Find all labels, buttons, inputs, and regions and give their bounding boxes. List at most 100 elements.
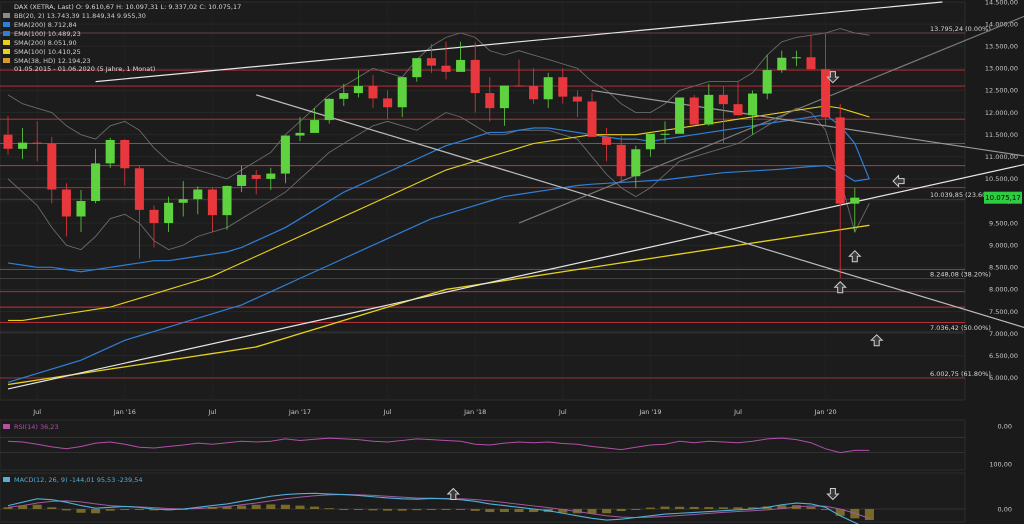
candle-body (631, 149, 641, 177)
legend-entry: SMA(38, HD) 12.194,23 (14, 57, 91, 65)
candle-body (178, 199, 188, 203)
x-tick-label: Jul (733, 408, 742, 416)
macd-histogram-bar (733, 507, 743, 509)
macd-histogram-bar (237, 505, 247, 509)
macd-histogram-bar (616, 509, 626, 512)
rsi-tick-label: 100,00 (989, 460, 1012, 468)
macd-plot-area (0, 472, 966, 523)
macd-histogram-bar (76, 509, 86, 513)
rsi-swatch (3, 424, 10, 429)
candle-body (251, 174, 261, 179)
candle-body (660, 133, 670, 135)
y-tick-label: 8.000,00 (989, 286, 1018, 294)
candle-body (485, 93, 495, 109)
macd-histogram-bar (412, 509, 422, 511)
macd-histogram-bar (499, 509, 509, 513)
fib-level-label: 8.248,08 (38.20%) (930, 270, 991, 278)
macd-tick-label: 0,00 (998, 505, 1012, 513)
candle-body (149, 209, 159, 224)
macd-histogram-bar (32, 504, 42, 509)
macd-histogram-bar (280, 504, 290, 509)
x-tick-label: Jul (207, 408, 216, 416)
candle-body (280, 135, 290, 174)
y-tick-label: 13.000,00 (985, 65, 1018, 73)
candle-body (616, 144, 626, 177)
macd-histogram-bar (704, 507, 714, 509)
legend-entry: EMA(100) 10.489,23 (14, 30, 81, 38)
candle-body (426, 58, 436, 66)
y-tick-label: 12.500,00 (985, 87, 1018, 95)
y-tick-label: 6.000,00 (989, 374, 1018, 382)
candle-body (558, 77, 568, 97)
candle-body (572, 96, 582, 102)
y-tick-label: 13.500,00 (985, 43, 1018, 51)
candle-body (645, 133, 655, 150)
macd-histogram-bar (61, 509, 71, 511)
candle-body (105, 139, 115, 164)
legend-entry: SMA(200) 8.051,90 (14, 39, 77, 47)
macd-histogram-bar (689, 506, 699, 509)
dax-chart: 14.500,0014.000,0013.500,0013.000,0012.5… (0, 0, 1024, 524)
x-tick-label: Jul (32, 408, 41, 416)
candle-body (704, 94, 714, 125)
candle-body (237, 174, 247, 186)
candle-body (762, 70, 772, 94)
macd-histogram-bar (514, 509, 524, 513)
y-tick-label: 8.500,00 (989, 264, 1018, 272)
candle-body (806, 57, 816, 70)
macd-histogram-bar (134, 509, 144, 510)
candle-body (164, 202, 174, 224)
legend-swatch (3, 49, 10, 54)
candle-body (353, 86, 363, 94)
candle-body (120, 139, 130, 169)
macd-histogram-bar (295, 505, 305, 509)
candle-body (76, 201, 86, 217)
x-tick-label: Jan '17 (288, 408, 311, 416)
header-date-range: 01.05.2015 - 01.06.2020 (5 Jahre, 1 Mona… (14, 65, 155, 73)
candle-body (266, 173, 276, 179)
fib-level-label: 7.036,42 (50.00%) (930, 324, 991, 332)
candle-body (499, 85, 509, 109)
y-tick-label: 9.500,00 (989, 219, 1018, 227)
candle-body (397, 77, 407, 108)
candle-body (207, 189, 217, 216)
legend-entry: EMA(200) 8.712,84 (14, 21, 77, 29)
rsi-title: RSI(14) 36,23 (14, 423, 59, 431)
macd-histogram-bar (91, 509, 101, 514)
y-tick-label: 9.000,00 (989, 242, 1018, 250)
y-tick-label: 7.500,00 (989, 308, 1018, 316)
candle-body (368, 86, 378, 99)
macd-histogram-bar (718, 507, 728, 509)
candle-body (339, 93, 349, 99)
candle-body (543, 77, 553, 100)
candle-body (748, 93, 758, 116)
macd-title: MACD(12, 26, 9) -144,01 95,53 -239,54 (14, 476, 142, 484)
macd-histogram-bar (645, 507, 655, 509)
macd-histogram-bar (383, 509, 393, 511)
macd-histogram-bar (485, 509, 495, 513)
macd-histogram-bar (602, 509, 612, 514)
y-tick-label: 10.500,00 (985, 175, 1018, 183)
macd-histogram-bar (864, 509, 874, 521)
candle-body (733, 104, 743, 116)
candle-body (134, 168, 144, 210)
fib-level-label: 13.795,24 (0.00%) (930, 25, 991, 33)
macd-histogram-bar (806, 506, 816, 509)
candle-body (689, 97, 699, 125)
macd-histogram-bar (310, 506, 320, 509)
x-tick-label: Jan '20 (814, 408, 837, 416)
legend-swatch (3, 22, 10, 27)
macd-histogram-bar (105, 509, 115, 511)
macd-histogram-bar (266, 504, 276, 509)
macd-histogram-bar (397, 509, 407, 511)
legend-entry: BB(20, 2) 13.743,39 11.849,34 9.955,30 (14, 12, 146, 20)
candle-body (222, 185, 232, 216)
candle-body (850, 197, 860, 204)
candle-body (791, 57, 801, 59)
candle-body (777, 57, 787, 71)
candle-body (470, 59, 480, 94)
legend-swatch (3, 13, 10, 18)
rsi-tick-label: 0,00 (998, 422, 1012, 430)
candle-body (324, 98, 334, 121)
candle-body (32, 142, 42, 144)
